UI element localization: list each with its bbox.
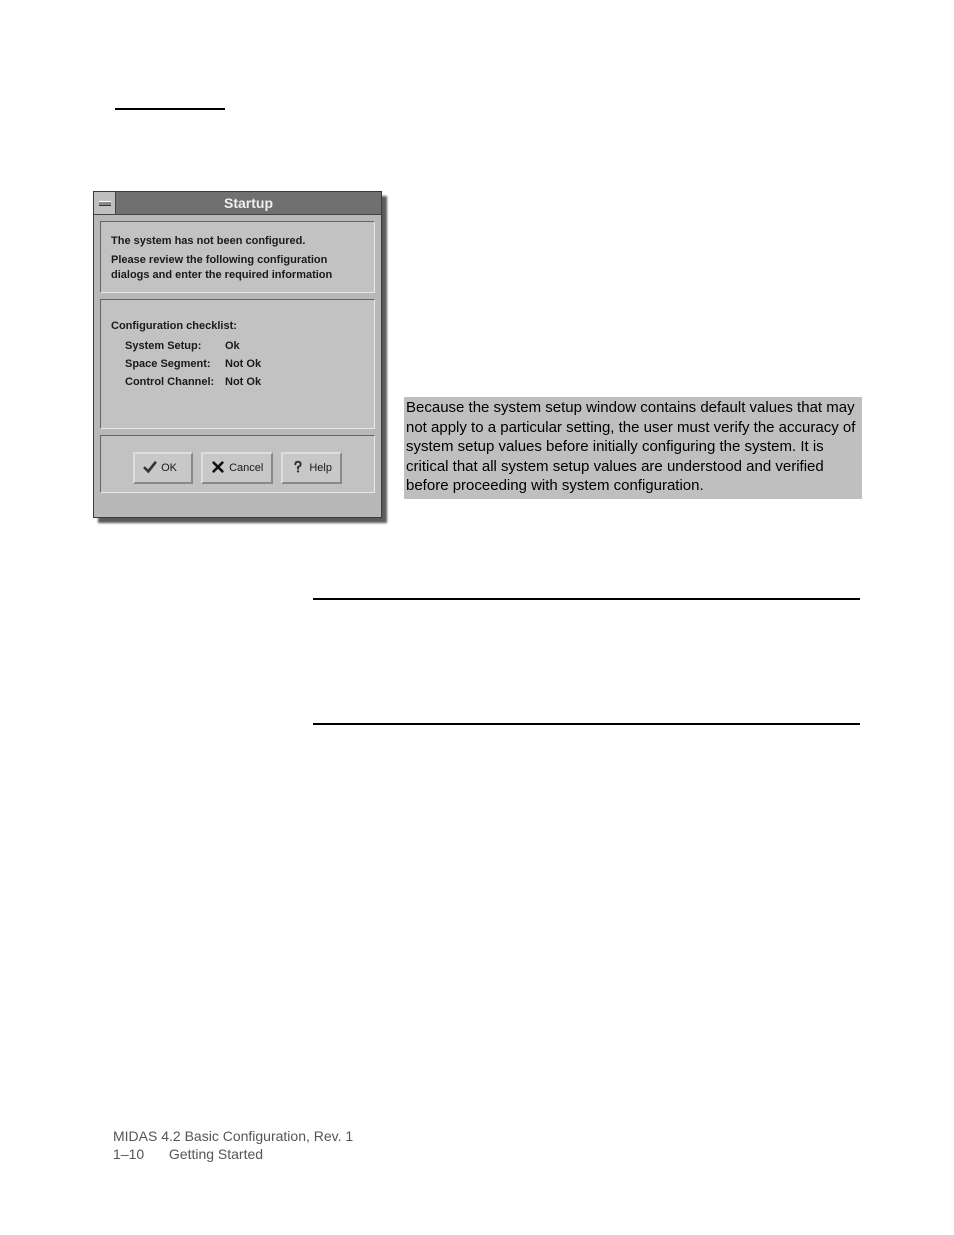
note-separator-bottom <box>313 723 860 725</box>
footer-doc-title: MIDAS 4.2 Basic Configuration, Rev. 1 <box>113 1127 353 1145</box>
help-button[interactable]: Help <box>281 452 342 484</box>
button-panel: OK Cancel <box>100 435 375 493</box>
checklist: System Setup: Ok Space Segment: Not Ok C… <box>111 340 364 388</box>
message-line-1: The system has not been configured. <box>111 234 364 249</box>
ok-button-label: OK <box>161 462 177 474</box>
x-icon <box>211 460 225 477</box>
ok-button[interactable]: OK <box>133 452 193 484</box>
question-icon <box>291 460 305 477</box>
page-footer: MIDAS 4.2 Basic Configuration, Rev. 1 1–… <box>113 1127 353 1163</box>
cancel-button[interactable]: Cancel <box>201 452 273 484</box>
help-button-label: Help <box>309 462 332 474</box>
checklist-panel: Configuration checklist: System Setup: O… <box>100 299 375 429</box>
checklist-value: Ok <box>225 340 240 352</box>
button-row: OK Cancel <box>107 452 368 484</box>
checklist-label: Control Channel: <box>125 376 225 388</box>
check-icon <box>143 460 157 477</box>
note-separator-top <box>313 598 860 600</box>
checklist-row: Space Segment: Not Ok <box>125 358 364 370</box>
checklist-heading: Configuration checklist: <box>111 320 364 332</box>
checklist-row: System Setup: Ok <box>125 340 364 352</box>
checklist-value: Not Ok <box>225 358 261 370</box>
message-panel: The system has not been configured. Plea… <box>100 221 375 293</box>
system-menu-button[interactable] <box>94 192 116 214</box>
dialog-body: The system has not been configured. Plea… <box>94 215 381 499</box>
titlebar: Startup <box>94 192 381 215</box>
checklist-value: Not Ok <box>225 376 261 388</box>
heading-underline <box>115 108 225 110</box>
system-menu-icon <box>99 201 111 206</box>
callout-paragraph: Because the system setup window contains… <box>404 397 862 499</box>
startup-dialog: Startup The system has not been configur… <box>93 191 382 518</box>
footer-line-2: 1–10 Getting Started <box>113 1145 353 1163</box>
message-line-2: Please review the following configuratio… <box>111 253 364 283</box>
dialog-title: Startup <box>116 192 381 214</box>
checklist-row: Control Channel: Not Ok <box>125 376 364 388</box>
cancel-button-label: Cancel <box>229 462 263 474</box>
checklist-label: Space Segment: <box>125 358 225 370</box>
document-page: Startup The system has not been configur… <box>0 0 954 1235</box>
footer-section: Getting Started <box>169 1146 263 1162</box>
checklist-label: System Setup: <box>125 340 225 352</box>
footer-page-number: 1–10 <box>113 1145 165 1163</box>
